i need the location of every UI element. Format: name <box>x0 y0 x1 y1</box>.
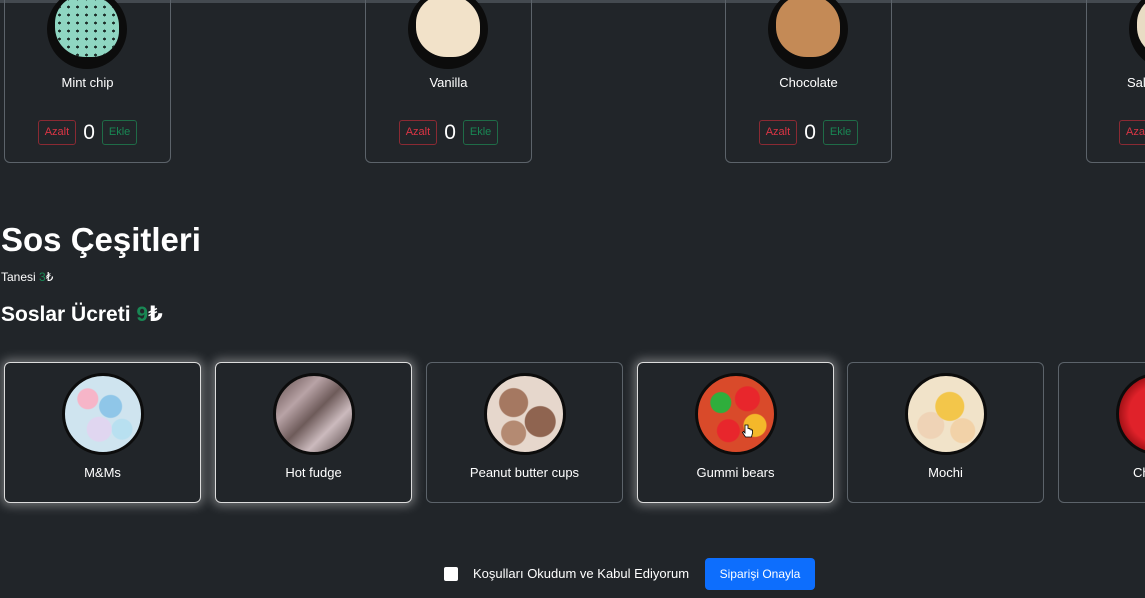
decrease-button[interactable]: Aza <box>1119 120 1145 145</box>
salted-caramel-image <box>1129 0 1145 69</box>
quantity-controls: Azalt 0 Ekle <box>726 120 891 145</box>
chocolate-image <box>768 0 848 69</box>
peanut-butter-cups-image <box>484 373 566 455</box>
scoop-name: Vanilla <box>429 75 468 90</box>
hand-cursor-icon <box>742 424 753 438</box>
scoop-card-clip: Sal Aza <box>1086 0 1145 170</box>
total-label: Soslar Ücreti <box>1 303 137 326</box>
quantity-value: 0 <box>444 120 456 144</box>
unit-price: Tanesi 3₺ <box>1 270 53 284</box>
topping-name: M&Ms <box>84 465 121 480</box>
decrease-button[interactable]: Azalt <box>398 120 438 145</box>
terms-checkbox[interactable] <box>444 566 458 581</box>
increase-button[interactable]: Ekle <box>101 120 138 145</box>
decrease-button[interactable]: Azalt <box>37 120 77 145</box>
topping-card-peanut-butter-cups[interactable]: Peanut butter cups <box>426 362 623 503</box>
quantity-value: 0 <box>804 120 816 144</box>
hot-fudge-image <box>273 373 355 455</box>
gummi-bears-image <box>695 373 777 455</box>
scoop-card-chocolate: Chocolate Azalt 0 Ekle <box>725 0 892 163</box>
scoop-card-vanilla: Vanilla Azalt 0 Ekle <box>365 0 532 163</box>
unit-price-label: Tanesi <box>1 270 40 284</box>
topping-card-gummi-bears[interactable]: Gummi bears <box>637 362 834 503</box>
scoop-name: Sal <box>1127 75 1145 90</box>
quantity-value: 0 <box>83 120 95 144</box>
topping-card-cherries[interactable]: Ch <box>1058 362 1145 503</box>
terms-label: Koşulları Okudum ve Kabul Ediyorum <box>473 566 690 581</box>
cherries-image <box>1116 373 1145 455</box>
increase-button[interactable]: Ekle <box>462 120 499 145</box>
page-top-edge <box>0 0 1145 3</box>
scoop-card-mint-chip: Mint chip Azalt 0 Ekle <box>4 0 171 163</box>
currency-symbol: ₺ <box>148 303 163 326</box>
unit-price-value: 3 <box>39 270 46 284</box>
total-value: 9 <box>136 303 149 326</box>
terms-row[interactable]: Koşulları Okudum ve Kabul Ediyorum <box>444 566 689 581</box>
topping-name: Gummi bears <box>696 465 775 480</box>
scoop-card-salted: Sal Aza <box>1086 0 1145 163</box>
currency-symbol: ₺ <box>45 270 54 284</box>
quantity-controls: Azalt 0 Ekle <box>366 120 531 145</box>
quantity-controls: Azalt 0 Ekle <box>5 120 170 145</box>
quantity-controls: Aza <box>1119 120 1145 145</box>
topping-name: Hot fudge <box>285 465 342 480</box>
confirm-order-button[interactable]: Siparişi Onayla <box>705 558 815 590</box>
mms-image <box>62 373 144 455</box>
topping-name: Mochi <box>928 465 963 480</box>
increase-button[interactable]: Ekle <box>822 120 859 145</box>
toppings-total: Soslar Ücreti 9₺ <box>1 302 163 327</box>
topping-card-mms[interactable]: M&Ms <box>4 362 201 503</box>
scoop-name: Mint chip <box>61 75 114 90</box>
topping-name: Peanut butter cups <box>469 465 580 480</box>
topping-name: Ch <box>1133 465 1145 480</box>
mint-chip-image <box>47 0 127 69</box>
mochi-image <box>905 373 987 455</box>
topping-card-clip: Ch <box>1058 362 1145 503</box>
vanilla-image <box>408 0 488 69</box>
scoop-name: Chocolate <box>779 75 838 90</box>
topping-card-mochi[interactable]: Mochi <box>847 362 1044 503</box>
topping-card-hot-fudge[interactable]: Hot fudge <box>215 362 412 503</box>
toppings-title: Sos Çeşitleri <box>1 221 201 258</box>
decrease-button[interactable]: Azalt <box>758 120 798 145</box>
